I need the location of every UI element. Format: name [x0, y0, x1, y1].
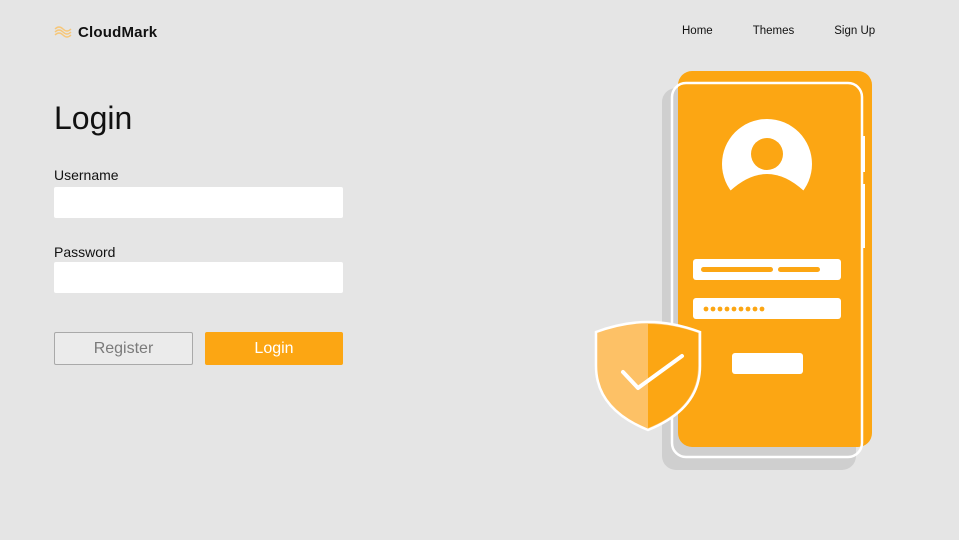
user-avatar-icon — [722, 119, 812, 216]
username-label: Username — [54, 167, 119, 183]
username-input[interactable] — [54, 187, 343, 218]
password-label: Password — [54, 244, 116, 260]
wave-logo-icon — [54, 26, 72, 38]
register-button[interactable]: Register — [54, 332, 193, 365]
nav-signup-link[interactable]: Sign Up — [834, 25, 875, 37]
nav-home-link[interactable]: Home — [682, 25, 713, 37]
nav-themes-link[interactable]: Themes — [753, 25, 795, 37]
login-illustration — [594, 71, 872, 470]
brand-name: CloudMark — [78, 23, 158, 41]
brand[interactable]: CloudMark — [54, 22, 157, 42]
password-input[interactable] — [54, 262, 343, 293]
page-title: Login — [54, 100, 133, 136]
login-button[interactable]: Login — [205, 332, 343, 365]
top-nav: Home Themes Sign Up — [682, 25, 875, 37]
